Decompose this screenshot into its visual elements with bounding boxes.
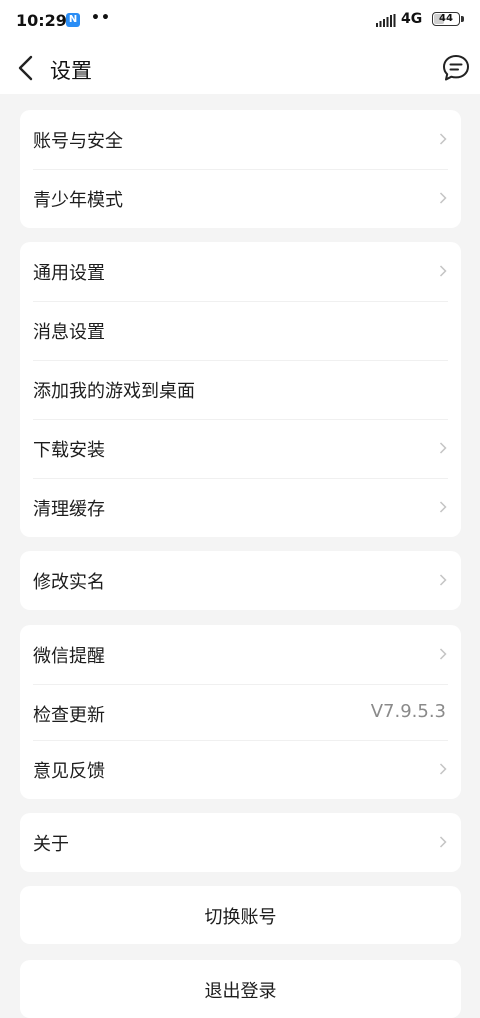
row-download-install[interactable]: 下载安装 bbox=[20, 419, 461, 478]
nav-header: 设置 bbox=[0, 42, 480, 94]
row-label: 账号与安全 bbox=[33, 131, 123, 152]
row-label: 下载安装 bbox=[33, 440, 105, 461]
chevron-left-icon[interactable] bbox=[14, 54, 38, 82]
chevron-right-icon bbox=[439, 648, 447, 660]
row-label: 通用设置 bbox=[33, 263, 105, 284]
row-feedback[interactable]: 意见反馈 bbox=[20, 740, 461, 799]
battery-text: 44 bbox=[439, 13, 453, 24]
status-bar: 10:29 N •• 4G 44 bbox=[0, 0, 480, 42]
row-add-game-to-desktop[interactable]: 添加我的游戏到桌面 bbox=[20, 360, 461, 419]
chevron-right-icon bbox=[439, 133, 447, 145]
row-label: 清理缓存 bbox=[33, 499, 105, 520]
row-general-settings[interactable]: 通用设置 bbox=[20, 242, 461, 301]
chevron-right-icon bbox=[439, 442, 447, 454]
row-label: 微信提醒 bbox=[33, 646, 105, 667]
settings-group-general: 通用设置 消息设置 添加我的游戏到桌面 下载安装 清理缓存 bbox=[20, 242, 461, 537]
network-type: 4G bbox=[401, 11, 423, 27]
switch-account-button[interactable]: 切换账号 bbox=[20, 886, 461, 944]
row-about[interactable]: 关于 bbox=[20, 813, 461, 872]
battery-icon: 44 bbox=[432, 12, 460, 26]
settings-group-misc: 微信提醒 检查更新 V7.9.5.3 意见反馈 bbox=[20, 625, 461, 799]
logout-label: 退出登录 bbox=[204, 981, 277, 1002]
chevron-right-icon bbox=[439, 501, 447, 513]
chat-bubble-icon[interactable] bbox=[441, 53, 471, 83]
logout-button[interactable]: 退出登录 bbox=[20, 960, 461, 1018]
page-title: 设置 bbox=[50, 59, 92, 83]
chevron-right-icon bbox=[439, 192, 447, 204]
settings-group-realname: 修改实名 bbox=[20, 551, 461, 610]
battery-tip bbox=[461, 16, 464, 22]
chevron-right-icon bbox=[439, 763, 447, 775]
settings-group-about: 关于 bbox=[20, 813, 461, 872]
chevron-right-icon bbox=[439, 836, 447, 848]
switch-account-label: 切换账号 bbox=[204, 907, 277, 928]
row-label: 消息设置 bbox=[33, 322, 105, 343]
row-check-update[interactable]: 检查更新 V7.9.5.3 bbox=[20, 684, 461, 740]
app-notification-icon: N bbox=[66, 13, 80, 27]
row-label: 关于 bbox=[33, 834, 69, 855]
row-modify-realname[interactable]: 修改实名 bbox=[20, 551, 461, 610]
row-label: 青少年模式 bbox=[33, 190, 123, 211]
row-teen-mode[interactable]: 青少年模式 bbox=[20, 169, 461, 228]
row-label: 检查更新 bbox=[33, 705, 105, 726]
row-label: 修改实名 bbox=[33, 572, 105, 593]
row-label: 添加我的游戏到桌面 bbox=[33, 381, 195, 402]
status-time: 10:29 bbox=[16, 11, 67, 30]
version-value: V7.9.5.3 bbox=[370, 701, 446, 722]
signal-icon bbox=[376, 14, 396, 27]
row-wechat-reminder[interactable]: 微信提醒 bbox=[20, 625, 461, 684]
row-account-security[interactable]: 账号与安全 bbox=[20, 110, 461, 169]
settings-group-account: 账号与安全 青少年模式 bbox=[20, 110, 461, 228]
row-clear-cache[interactable]: 清理缓存 bbox=[20, 478, 461, 537]
more-notifications-icon: •• bbox=[91, 10, 111, 26]
chevron-right-icon bbox=[439, 574, 447, 586]
row-label: 意见反馈 bbox=[33, 761, 105, 782]
chevron-right-icon bbox=[439, 265, 447, 277]
row-message-settings[interactable]: 消息设置 bbox=[20, 301, 461, 360]
